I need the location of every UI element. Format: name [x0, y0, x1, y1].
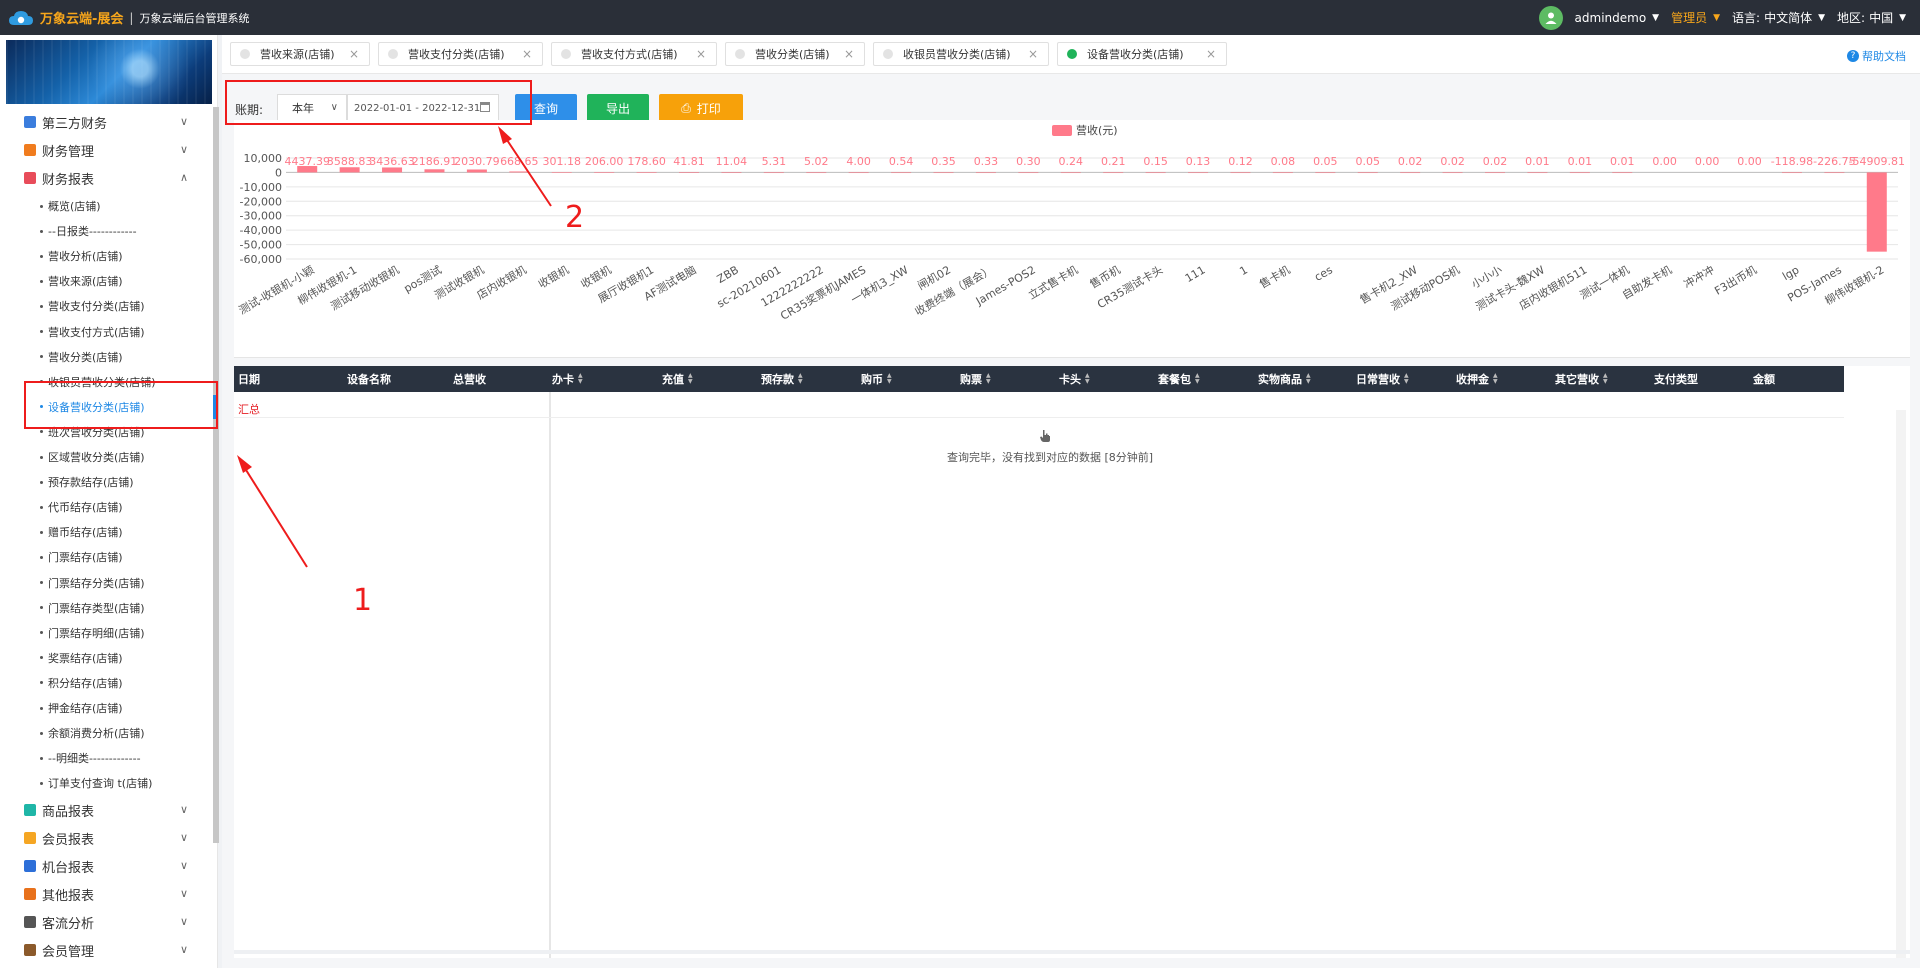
annotation-label-1: 1 — [353, 583, 373, 618]
annotation-arrowhead-2 — [498, 126, 512, 144]
annotation-arrow-2 — [502, 133, 552, 207]
annotation-arrow-1 — [240, 461, 308, 568]
annotation-arrowhead-1 — [237, 455, 252, 473]
annotation-label-2: 2 — [565, 200, 585, 235]
annotation-arrows — [237, 126, 552, 568]
